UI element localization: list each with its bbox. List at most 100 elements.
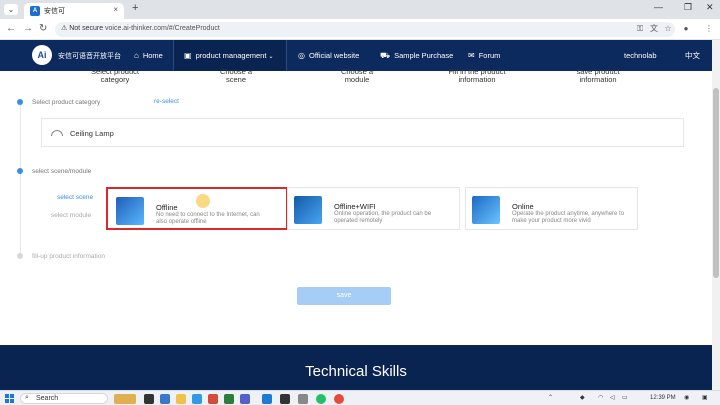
chevron-up-icon[interactable]: ⌃ — [548, 394, 553, 401]
chevron-down-icon: ⌄ — [268, 54, 274, 60]
select-scene-tab[interactable]: select scene — [57, 194, 93, 201]
step-label: category — [100, 75, 130, 84]
reselect-link[interactable]: re-select — [154, 98, 179, 105]
windows-taskbar: ⌕ Search ⌃ ◆ ◠ ◁ ▭ 12:39 PM ◉ ▣ — [0, 390, 720, 405]
step-label: information — [579, 75, 617, 84]
nav-forum-label: Forum — [478, 51, 501, 60]
whatsapp-icon[interactable] — [316, 394, 326, 404]
step-4: Fill in the product information — [432, 68, 522, 84]
bookmark-star-icon[interactable]: ☆ — [663, 24, 673, 34]
site-favicon-icon: A — [30, 6, 40, 16]
ceiling-lamp-icon — [51, 130, 63, 136]
chat-icon: ✉ — [468, 51, 475, 60]
tab-title: 安信可 — [44, 8, 65, 15]
taskbar-app-icon[interactable] — [208, 394, 218, 404]
search-icon: ⌕ — [25, 394, 29, 401]
terminal-icon[interactable] — [280, 394, 290, 404]
brand-name: 安信可语音开放平台 — [58, 53, 121, 60]
vscode-icon[interactable] — [262, 394, 272, 404]
timeline-line — [20, 104, 21, 256]
scene-description: Online operation, the product can be ope… — [334, 211, 432, 224]
translate-icon[interactable]: 文 — [649, 24, 659, 34]
mouse-cursor-highlight — [196, 194, 210, 208]
scene-title: Offline+WIFI — [334, 202, 376, 211]
tray-app-icon[interactable]: ◆ — [580, 394, 585, 401]
offline-wifi-thumbnail — [294, 196, 322, 224]
footer-banner: Technical Skills — [0, 345, 712, 390]
timeline-dot-active — [17, 168, 23, 174]
tab-search-icon[interactable]: ⌄ — [4, 4, 18, 15]
select-module-tab[interactable]: select module — [51, 212, 91, 219]
scene-card-online[interactable]: Online Operate the product anytime, anyw… — [465, 187, 638, 230]
category-section-title: Select product category — [32, 99, 101, 106]
scene-title: Offline — [156, 203, 178, 212]
nav-official-website-label: Official website — [308, 51, 360, 60]
home-icon: ⌂ — [134, 51, 139, 60]
file-explorer-icon[interactable] — [176, 394, 186, 404]
notification-bell-icon[interactable]: ▣ — [702, 394, 708, 401]
address-bar[interactable]: ⚠ Not secure voice.ai-thinker.com/#/Crea… — [55, 22, 675, 37]
back-arrow-icon[interactable]: ← — [6, 23, 16, 34]
maximize-icon[interactable]: ❐ — [684, 2, 692, 13]
fill-info-section-title: fill-up product information — [32, 253, 105, 260]
selected-category-card[interactable]: Ceiling Lamp — [41, 118, 684, 147]
language-switch[interactable]: 中文 — [685, 40, 700, 71]
browser-tab[interactable]: A 安信可 × — [24, 3, 124, 19]
nav-home-label: Home — [142, 51, 163, 60]
offline-thumbnail — [116, 197, 144, 225]
browser-menu-icon[interactable]: ⋮ — [704, 24, 714, 34]
step-2: Choose a scene — [191, 68, 281, 84]
wifi-icon[interactable]: ◠ — [598, 394, 603, 401]
chrome-icon[interactable] — [334, 394, 344, 404]
site-logo[interactable]: Ai — [32, 45, 52, 65]
task-view-icon[interactable] — [144, 394, 154, 404]
scrollbar-thumb[interactable] — [713, 88, 719, 278]
notification-icon[interactable]: ◉ — [684, 394, 689, 401]
page-scrollbar[interactable] — [712, 40, 720, 390]
reload-icon[interactable]: ↻ — [39, 23, 47, 34]
battery-icon[interactable]: ▭ — [622, 394, 628, 401]
edge-icon[interactable] — [192, 394, 202, 404]
nav-divider — [286, 40, 287, 71]
taskbar-search[interactable]: ⌕ Search — [20, 393, 108, 404]
taskbar-widget-icon[interactable] — [114, 394, 136, 404]
taskbar-app-icon[interactable] — [240, 394, 250, 404]
volume-icon[interactable]: ◁ — [610, 394, 615, 401]
timeline-dot-active — [17, 99, 23, 105]
minimize-icon[interactable]: — — [654, 2, 663, 12]
tab-close-icon[interactable]: × — [113, 5, 118, 14]
key-icon[interactable]: ⚿ — [635, 24, 645, 34]
nav-sample-purchase[interactable]: ⛟ Sample Purchase — [380, 40, 453, 71]
forward-arrow-icon[interactable]: → — [23, 23, 33, 34]
online-thumbnail — [472, 196, 500, 224]
url-text[interactable]: voice.ai-thinker.com/#/CreateProduct — [105, 25, 220, 32]
user-menu[interactable]: technolab — [624, 40, 657, 71]
scene-card-offline[interactable]: Offline No need to connect to the Intern… — [106, 187, 288, 230]
taskbar-app-icon[interactable] — [298, 394, 308, 404]
taskbar-search-label: Search — [36, 395, 59, 402]
footer-title: Technical Skills — [305, 363, 407, 380]
clock[interactable]: 12:39 PM — [650, 395, 676, 401]
step-label: information — [458, 75, 496, 84]
new-tab-button[interactable]: + — [132, 2, 138, 14]
not-secure-badge[interactable]: ⚠ Not secure — [61, 24, 103, 32]
ai-icon: ◎ — [298, 51, 305, 60]
box-icon: ▣ — [184, 51, 192, 60]
profile-icon[interactable]: ● — [681, 24, 691, 34]
browser-tab-strip: ⌄ A 安信可 × + — ❐ ✕ — [0, 0, 720, 19]
taskbar-app-icon[interactable] — [160, 394, 170, 404]
scene-module-section-title: select scene/module — [32, 168, 92, 175]
nav-sample-purchase-label: Sample Purchase — [394, 51, 454, 60]
step-1: Select product category — [70, 68, 160, 84]
taskbar-app-icon[interactable] — [224, 394, 234, 404]
timeline-dot-inactive — [17, 253, 23, 259]
window-close-icon[interactable]: ✕ — [706, 2, 714, 13]
save-button[interactable]: save — [297, 287, 391, 305]
scene-description: No need to connect to the Internet, can … — [156, 212, 260, 225]
nav-product-management-label: product management — [195, 51, 267, 60]
step-3: Choose a module — [312, 68, 402, 84]
windows-start-icon[interactable] — [5, 394, 14, 403]
selected-category-label: Ceiling Lamp — [70, 129, 114, 138]
scene-card-offline-wifi[interactable]: Offline+WIFI Online operation, the produ… — [287, 187, 460, 230]
step-label: scene — [225, 75, 246, 84]
